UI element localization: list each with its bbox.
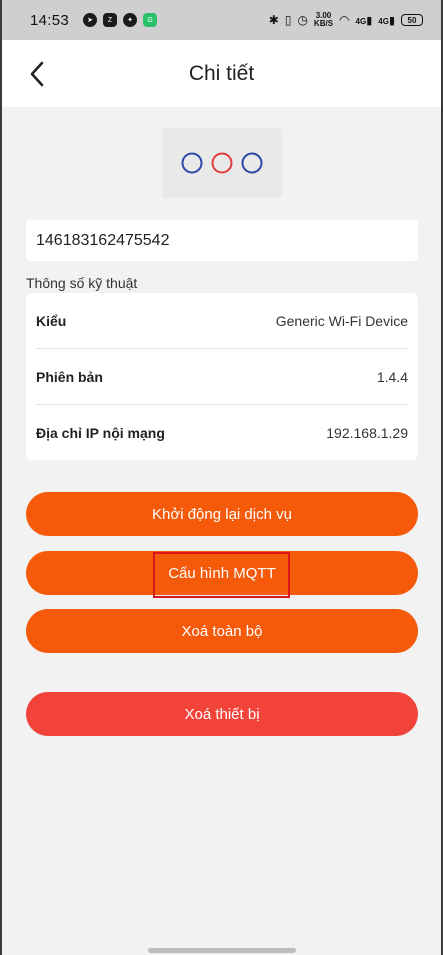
spec-label: Kiểu xyxy=(36,312,67,329)
battery-level: 50 xyxy=(407,15,417,25)
home-indicator[interactable] xyxy=(148,948,296,953)
spec-value: Generic Wi-Fi Device xyxy=(275,312,408,329)
signal-icon-2: 4G▮ xyxy=(378,14,395,27)
network-speed-unit: KB/S xyxy=(313,19,334,28)
device-circle-3 xyxy=(241,152,263,174)
zalo-app-icon: Z xyxy=(103,13,118,27)
device-circle-1 xyxy=(181,152,203,174)
device-image xyxy=(162,128,282,198)
signal-2-label: 4G xyxy=(378,16,389,26)
bluetooth-icon: ✱ xyxy=(268,13,279,27)
navigation-app-icon: ➤ xyxy=(83,13,98,27)
messenger-app-icon: ✦ xyxy=(123,13,138,27)
spec-value: 192.168.1.29 xyxy=(326,425,408,441)
chevron-left-icon xyxy=(30,61,44,87)
spec-row-local-ip: Địa chỉ IP nội mạng 192.168.1.29 xyxy=(36,405,408,461)
specs-card: Kiểu Generic Wi-Fi Device Phiên bản 1.4.… xyxy=(26,293,418,460)
vibrate-icon: ▯ xyxy=(284,13,292,27)
signal-1-label: 4G xyxy=(355,16,367,26)
battery-icon: 50 xyxy=(401,14,423,26)
network-speed: 3.00 KB/S xyxy=(314,12,333,28)
spec-label: Địa chỉ IP nội mạng xyxy=(36,425,165,441)
status-bar: 14:53 ➤ Z ✦ G ✱ ▯ ◷ 3.00 KB/S ◠ 4G▮ 4G▮ … xyxy=(2,0,441,40)
mqtt-config-button[interactable]: Cấu hình MQTT xyxy=(26,551,418,595)
spec-label: Phiên bản xyxy=(36,368,103,385)
clear-all-button[interactable]: Xoá toàn bộ xyxy=(26,609,418,653)
signal-icon-1: 4G▮ xyxy=(355,14,373,27)
frame-left-edge xyxy=(0,0,2,955)
status-right-group: ✱ ▯ ◷ 3.00 KB/S ◠ 4G▮ 4G▮ 50 xyxy=(269,12,423,28)
spec-row-type: Kiểu Generic Wi-Fi Device xyxy=(36,293,408,349)
spec-value: 1.4.4 xyxy=(376,368,408,385)
spec-row-version: Phiên bản 1.4.4 xyxy=(36,349,408,405)
device-id-field[interactable]: 146183162475542 xyxy=(26,220,418,261)
wifi-icon: ◠ xyxy=(339,13,350,27)
device-circle-2 xyxy=(211,152,233,174)
restart-service-button[interactable]: Khởi động lại dịch vụ xyxy=(26,492,418,536)
app-header: Chi tiết xyxy=(2,40,441,107)
status-time: 14:53 xyxy=(30,11,70,29)
delete-device-button[interactable]: Xoá thiết bị xyxy=(26,692,418,736)
device-circles-icon xyxy=(181,152,263,174)
alarm-icon: ◷ xyxy=(297,13,308,27)
back-button[interactable] xyxy=(22,58,54,90)
green-app-icon: G xyxy=(143,13,158,27)
page-title: Chi tiết xyxy=(188,61,255,85)
device-id-value: 146183162475542 xyxy=(36,231,170,249)
specs-section-title: Thông số kỹ thuật xyxy=(26,275,138,291)
